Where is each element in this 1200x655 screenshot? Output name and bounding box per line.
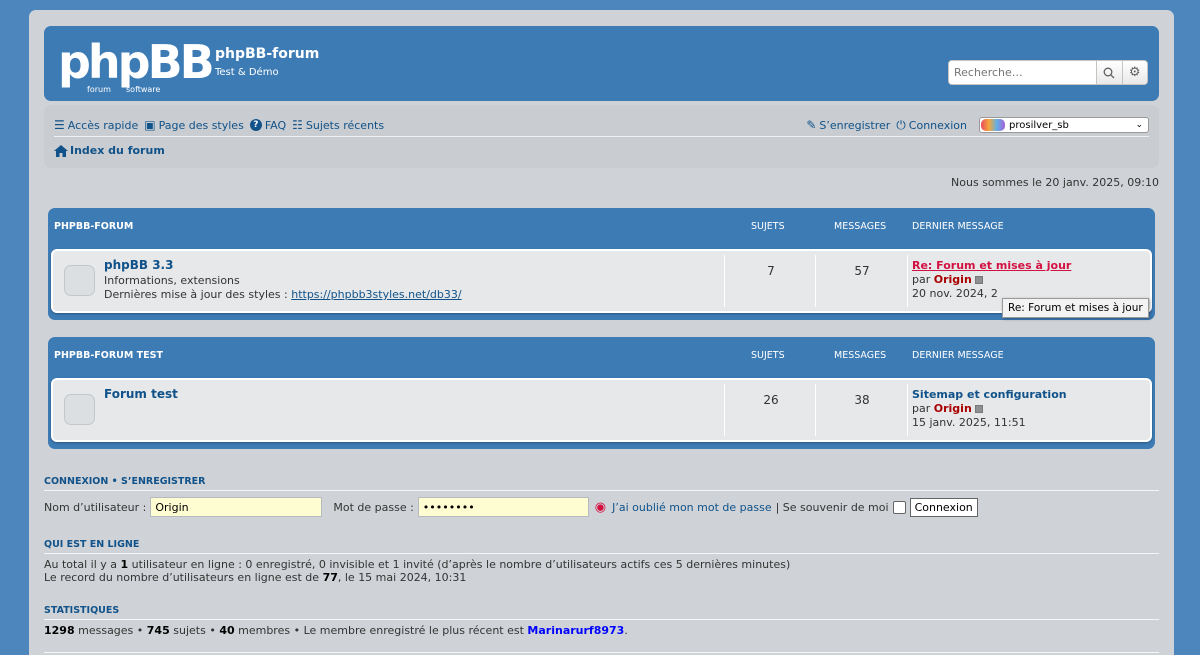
search-input[interactable] — [949, 61, 1096, 84]
column-divider — [724, 384, 725, 436]
login-form: Nom d’utilisateur : Origin Mot de passe … — [44, 497, 978, 517]
breadcrumb: Index du forum — [54, 144, 165, 157]
posts-count: 38 — [854, 393, 870, 407]
col-posts: MESSAGES — [834, 350, 887, 361]
header-bar: phpBB forum software phpBB-forum Test & … — [44, 26, 1159, 101]
last-post-author[interactable]: Origin — [934, 273, 972, 286]
col-topics: SUJETS — [751, 350, 785, 361]
page-wrapper: phpBB forum software phpBB-forum Test & … — [29, 10, 1174, 655]
stats-text: 1298 messages • 745 sujets • 40 membres … — [44, 624, 628, 637]
home-icon — [54, 144, 68, 157]
posts-count: 57 — [854, 264, 870, 278]
divider — [44, 490, 1159, 491]
username-field[interactable]: Origin — [150, 497, 323, 517]
forum-title[interactable]: phpBB 3.3 — [104, 258, 173, 272]
category-title[interactable]: PHPBB-FORUM — [54, 221, 133, 232]
topics-count: 7 — [767, 264, 775, 278]
navbar: ☰ Accès rapide ▣ Page des styles ? FAQ ☷ Suj… — [44, 105, 1159, 168]
category-header: PHPBB-FORUM TEST SUJETS MESSAGES DERNIER… — [48, 337, 1155, 373]
newest-member-link[interactable]: Marinarurf8973 — [527, 624, 624, 637]
column-divider — [815, 255, 816, 307]
stats-heading: STATISTIQUES — [44, 605, 120, 616]
divider — [44, 619, 1159, 620]
username-label: Nom d’utilisateur : — [44, 500, 147, 514]
search-button[interactable] — [1096, 61, 1122, 84]
last-post-date: 15 janv. 2025, 11:51 — [912, 416, 1026, 429]
style-select[interactable]: prosilver_sb ⌄ — [979, 117, 1149, 133]
category-header: PHPBB-FORUM SUJETS MESSAGES DERNIER MESS… — [48, 208, 1155, 244]
styles-update-link[interactable]: https://phpbb3styles.net/db33/ — [291, 288, 461, 301]
login-heading[interactable]: CONNEXION • S’ENREGISTRER — [44, 476, 205, 487]
svg-text:phpBB: phpBB — [58, 38, 212, 89]
styles-page-link[interactable]: ▣ Page des styles — [144, 118, 244, 132]
quick-access-link[interactable]: ☰ Accès rapide — [54, 118, 138, 132]
last-post: Re: Forum et mises à jour par Origin 20 … — [912, 259, 1072, 300]
hamburger-icon: ☰ — [54, 118, 65, 132]
last-post-author[interactable]: Origin — [934, 402, 972, 415]
column-divider — [907, 255, 908, 307]
list-icon: ☷ — [292, 118, 303, 132]
power-icon: ⏻ — [896, 117, 906, 132]
recent-topics-link[interactable]: ☷ Sujets récents — [292, 118, 384, 132]
edit-icon: ✎ — [806, 118, 817, 132]
current-date: Nous sommes le 20 janv. 2025, 09:10 — [951, 176, 1159, 189]
forum-row: phpBB 3.3 Informations, extensions Derni… — [51, 249, 1152, 313]
gear-icon: ⚙ — [1128, 65, 1141, 80]
logo-sub-software: software — [126, 85, 160, 94]
last-post-title[interactable]: Re: Forum et mises à jour — [912, 259, 1071, 273]
divider — [44, 553, 1159, 554]
remember-label: | Se souvenir de moi — [775, 500, 889, 514]
tooltip: Re: Forum et mises à jour — [1002, 298, 1149, 318]
forum-read-icon — [64, 265, 95, 296]
view-latest-icon[interactable] — [974, 405, 983, 413]
online-heading: QUI EST EN LIGNE — [44, 539, 140, 550]
category-block: PHPBB-FORUM SUJETS MESSAGES DERNIER MESS… — [48, 208, 1155, 320]
column-divider — [724, 255, 725, 307]
faq-link[interactable]: ? FAQ — [249, 119, 286, 132]
last-post: Sitemap et configuration par Origin 15 j… — [912, 388, 1067, 429]
category-title[interactable]: PHPBB-FORUM TEST — [54, 350, 163, 361]
password-label: Mot de passe : — [333, 500, 414, 514]
forgot-password-link[interactable]: J’ai oublié mon mot de passe — [612, 501, 771, 514]
view-latest-icon[interactable] — [974, 276, 983, 284]
col-last-post: DERNIER MESSAGE — [912, 350, 1004, 361]
topics-count: 26 — [763, 393, 779, 407]
style-badge-icon — [981, 119, 1005, 131]
advanced-search-button[interactable]: ⚙ — [1121, 61, 1147, 84]
question-icon: ? — [249, 119, 262, 131]
last-post-title[interactable]: Sitemap et configuration — [912, 388, 1067, 402]
login-link[interactable]: ⏻ Connexion — [896, 118, 967, 133]
remember-checkbox[interactable] — [892, 500, 906, 514]
show-password-eye-icon[interactable]: ◉ — [595, 500, 606, 515]
forum-row: Forum test 26 38 Sitemap et configuratio… — [51, 378, 1152, 442]
nav-divider — [54, 136, 1149, 137]
breadcrumb-home[interactable]: Index du forum — [54, 144, 165, 157]
chevron-down-icon: ⌄ — [1135, 120, 1143, 130]
image-icon: ▣ — [144, 118, 156, 132]
phpbb-logo[interactable]: phpBB forum software — [58, 38, 218, 96]
forum-title[interactable]: Forum test — [104, 387, 178, 401]
register-link[interactable]: ✎ S’enregistrer — [806, 118, 890, 132]
user-links: ✎ S’enregistrer ⏻ Connexion prosilver_sb ⌄ — [806, 117, 1149, 133]
forum-read-icon — [64, 394, 95, 425]
category-block: PHPBB-FORUM TEST SUJETS MESSAGES DERNIER… — [48, 337, 1155, 449]
password-field[interactable]: •••••••• — [417, 497, 589, 517]
logo-sub-forum: forum — [87, 85, 111, 94]
nav-row: ☰ Accès rapide ▣ Page des styles ? FAQ ☷ Suj… — [54, 115, 1149, 135]
col-posts: MESSAGES — [834, 221, 887, 232]
column-divider — [907, 384, 908, 436]
forum-description: Informations, extensions Dernières mise … — [104, 274, 462, 301]
site-title[interactable]: phpBB-forum — [215, 46, 319, 62]
search-icon — [1103, 67, 1115, 78]
column-divider — [815, 384, 816, 436]
login-submit-button[interactable]: Connexion — [909, 497, 978, 517]
col-topics: SUJETS — [751, 221, 785, 232]
search-box: ⚙ — [948, 60, 1148, 85]
online-text: Au total il y a 1 utilisateur en ligne :… — [44, 558, 791, 584]
site-description: Test & Démo — [215, 67, 279, 78]
divider — [44, 652, 1159, 653]
col-last-post: DERNIER MESSAGE — [912, 221, 1004, 232]
